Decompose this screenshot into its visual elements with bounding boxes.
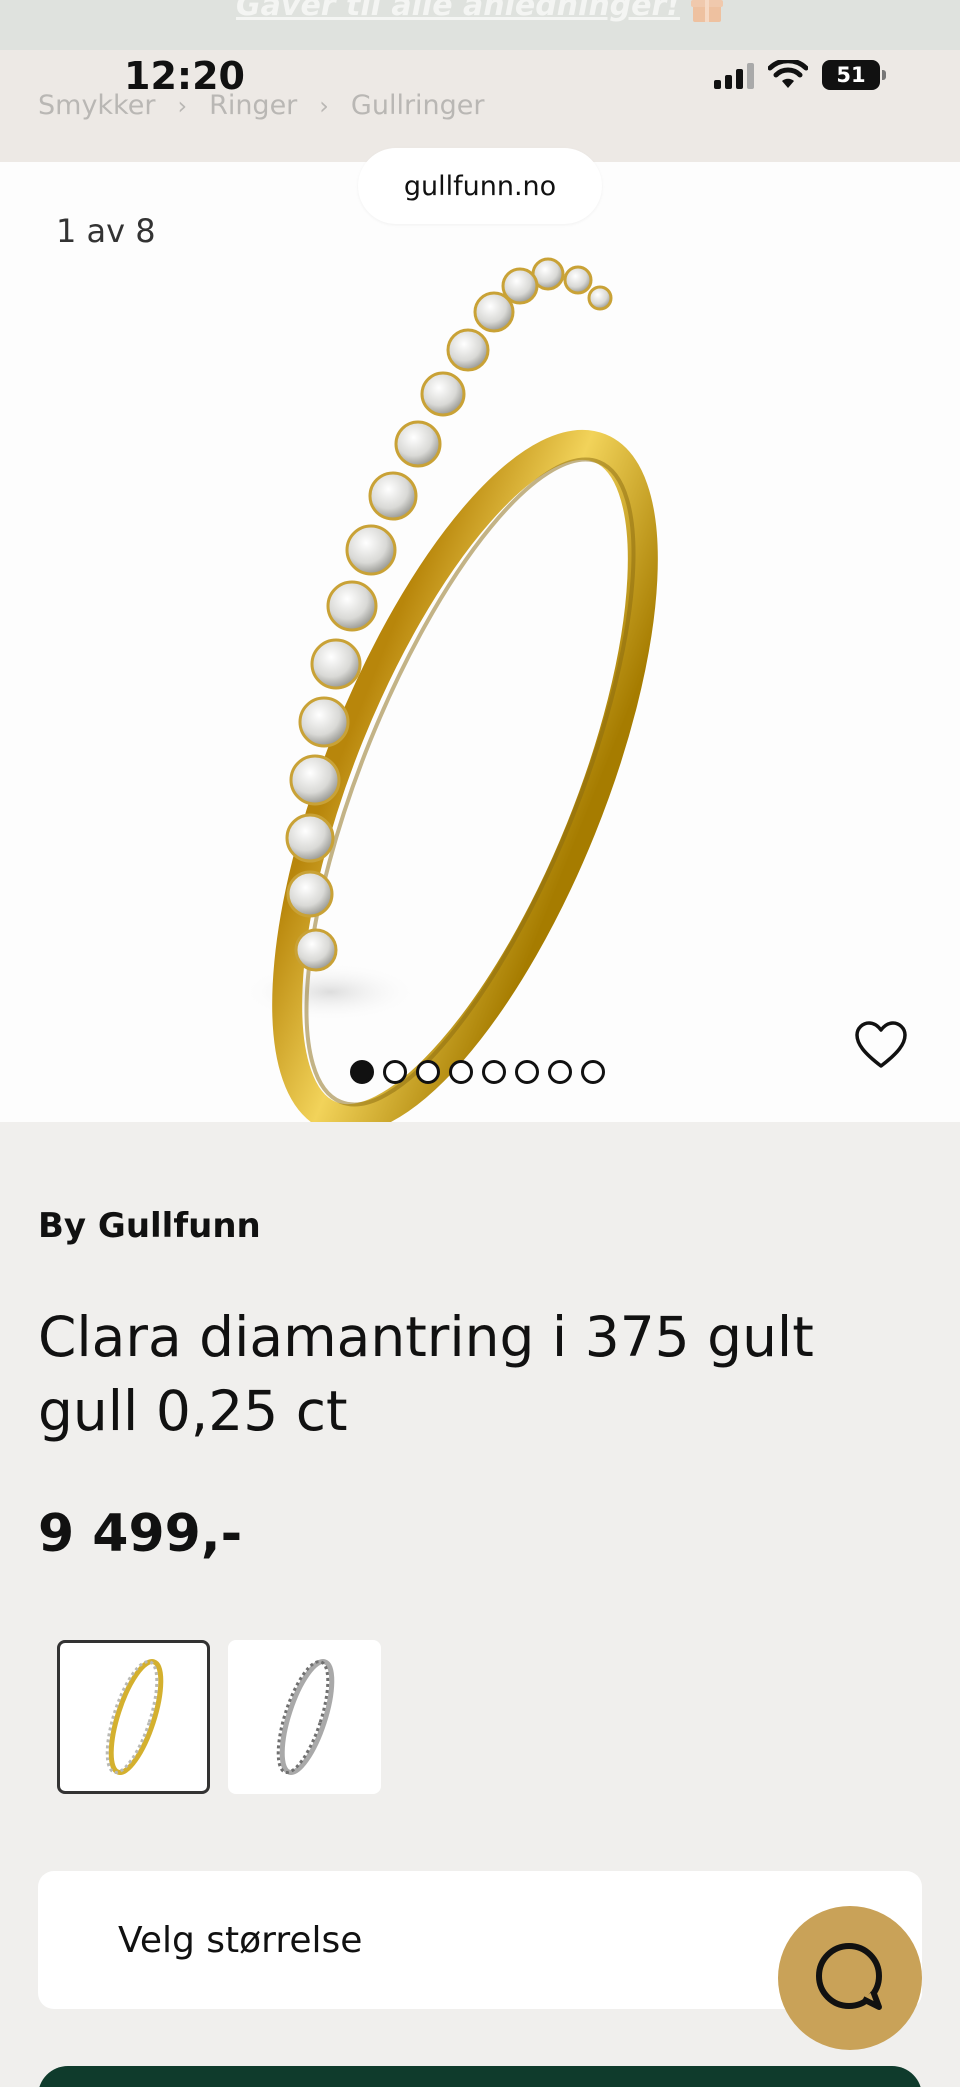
product-gallery[interactable]: 1 av 8: [0, 162, 960, 1122]
product-brand[interactable]: By Gullfunn: [38, 1206, 261, 1246]
variant-white-gold-thumbnail: [276, 1659, 334, 1775]
breadcrumb-item-smykker[interactable]: Smykker: [38, 90, 155, 121]
variant-gold[interactable]: [57, 1640, 210, 1794]
gift-icon: [690, 0, 723, 22]
gallery-pagination: [350, 1060, 605, 1084]
product-price: 9 499,-: [38, 1504, 243, 1564]
heart-icon[interactable]: [854, 1020, 908, 1070]
breadcrumb: Smykker › Ringer › Gullringer: [38, 90, 485, 121]
promo-bar[interactable]: Gaver til alle anledninger!: [0, 0, 960, 50]
pagination-dot[interactable]: [416, 1060, 440, 1084]
promo-text[interactable]: Gaver til alle anledninger!: [236, 0, 680, 23]
variant-selector: [57, 1640, 381, 1794]
signal-icon: [714, 61, 754, 89]
breadcrumb-separator: ›: [177, 91, 188, 120]
pagination-dot[interactable]: [515, 1060, 539, 1084]
pagination-dot[interactable]: [350, 1060, 374, 1084]
url-bar[interactable]: gullfunn.no: [358, 148, 602, 224]
product-image[interactable]: [0, 162, 960, 1122]
add-to-cart-button[interactable]: [38, 2066, 922, 2087]
chat-icon: [816, 1943, 882, 2010]
pagination-dot[interactable]: [482, 1060, 506, 1084]
battery-level: 51: [836, 63, 866, 87]
breadcrumb-separator: ›: [319, 91, 329, 120]
pagination-dot[interactable]: [449, 1060, 473, 1084]
product-title: Clara diamantring i 375 gult gull 0,25 c…: [38, 1305, 814, 1443]
variant-gold-thumbnail: [105, 1659, 163, 1775]
pagination-dot[interactable]: [581, 1060, 605, 1084]
breadcrumb-item-gullringer[interactable]: Gullringer: [351, 90, 485, 121]
gallery-counter: 1 av 8: [56, 212, 156, 250]
pagination-dot[interactable]: [383, 1060, 407, 1084]
variant-white-gold[interactable]: [228, 1640, 381, 1794]
status-icons: 51: [714, 60, 886, 90]
wifi-icon: [768, 60, 808, 88]
size-select-label: Velg størrelse: [118, 1919, 363, 1961]
breadcrumb-item-ringer[interactable]: Ringer: [209, 90, 297, 121]
pagination-dot[interactable]: [548, 1060, 572, 1084]
chat-button[interactable]: [778, 1906, 922, 2050]
battery-icon: 51: [822, 60, 886, 90]
